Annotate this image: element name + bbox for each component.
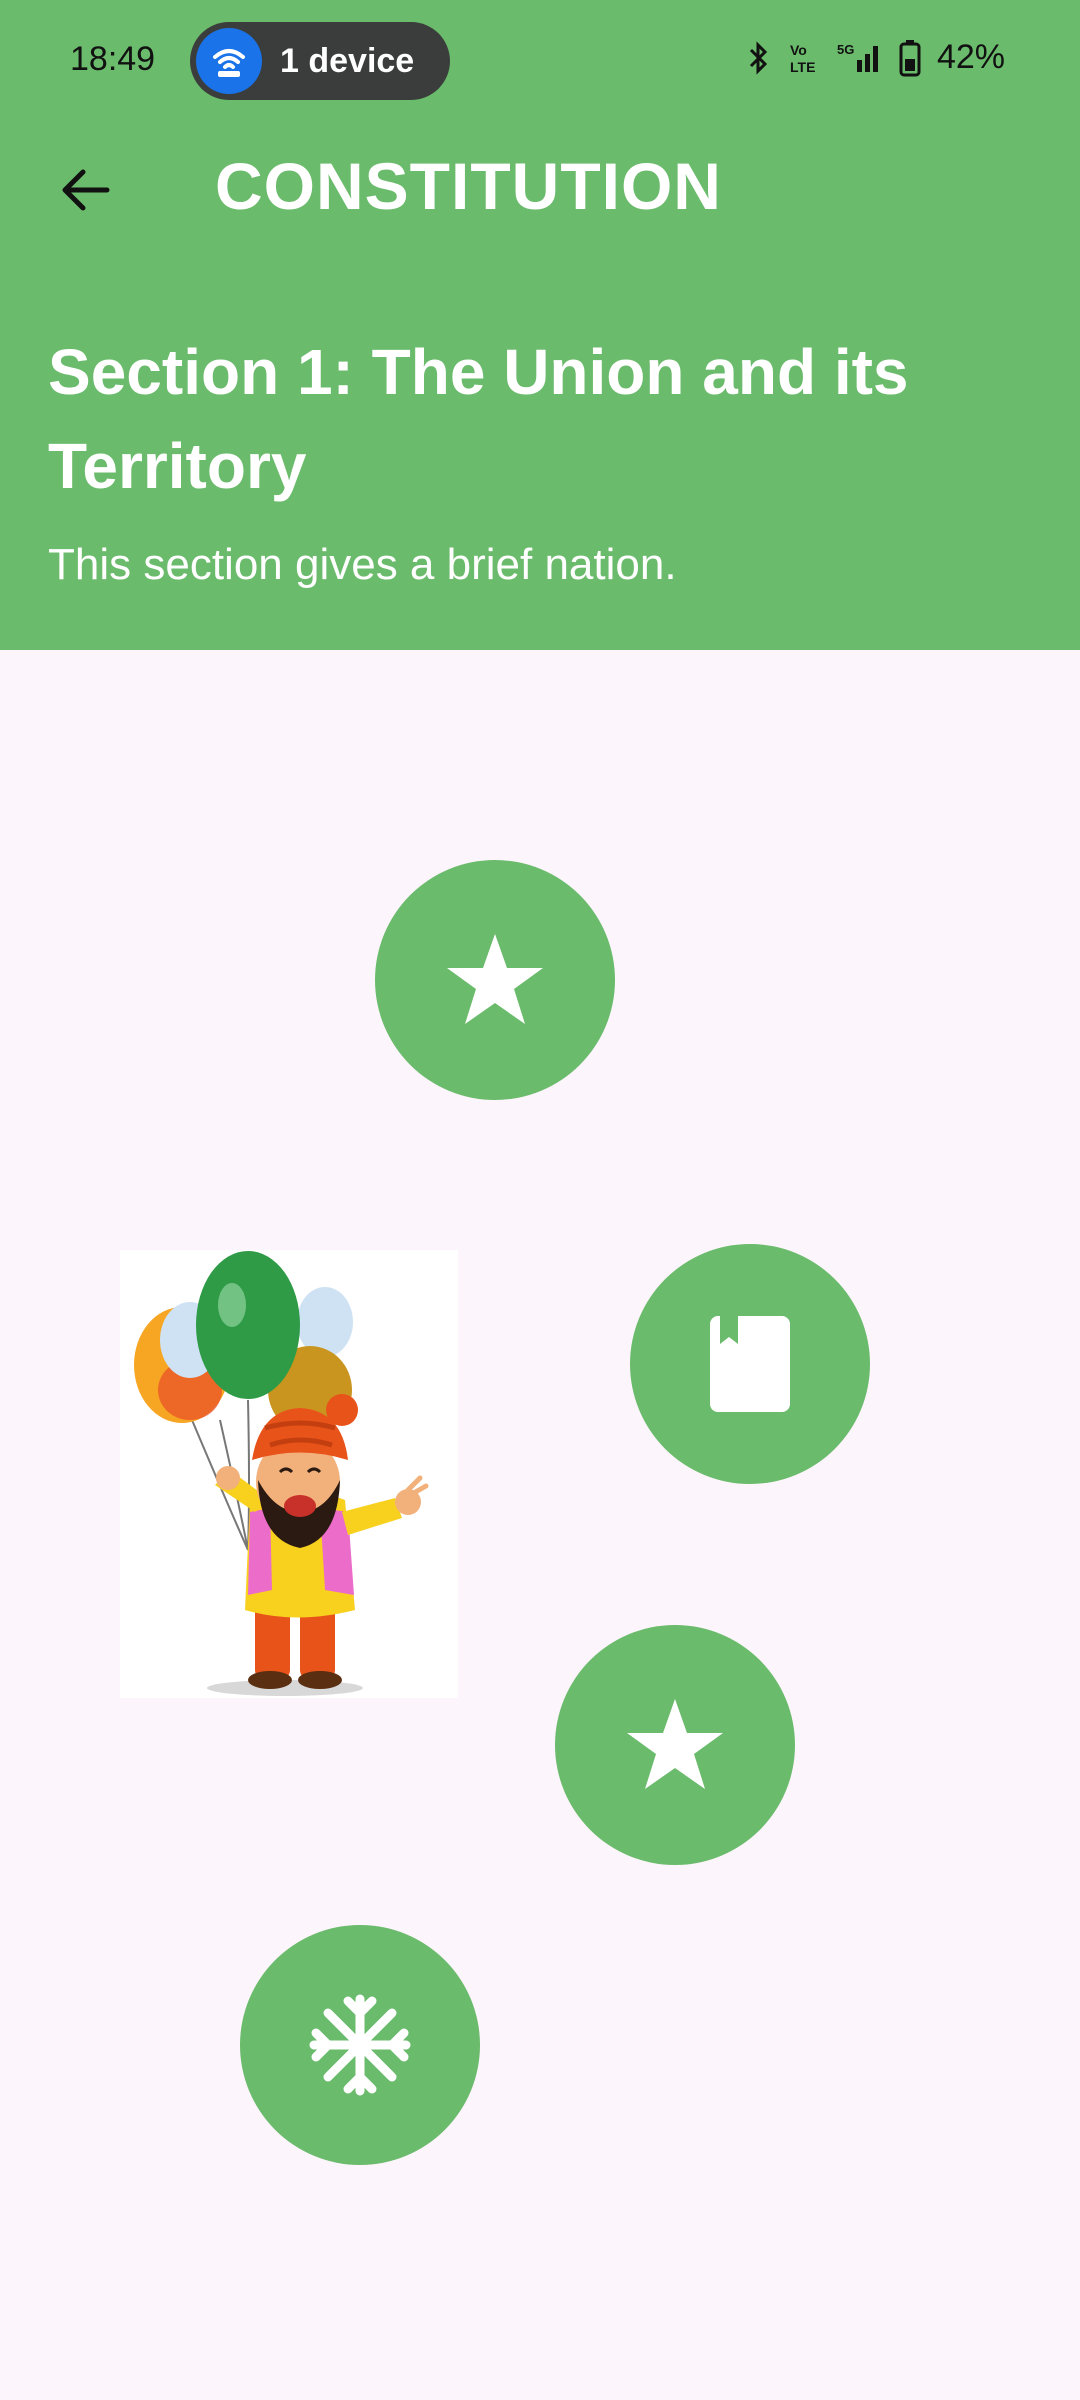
status-time: 18:49 xyxy=(70,40,156,78)
wifi-router-icon xyxy=(196,28,262,94)
section-title: Section 1: The Union and its Territory xyxy=(48,336,909,502)
header: 18:49 1 device Vo LTE 5G 42% CONSTITUTIO… xyxy=(0,0,1080,650)
star-icon xyxy=(627,1699,723,1789)
lesson-node-3[interactable] xyxy=(555,1625,795,1865)
lesson-node-4[interactable] xyxy=(240,1925,480,2165)
snowflake-icon xyxy=(309,1994,411,2096)
svg-text:Vo: Vo xyxy=(790,42,807,58)
book-icon xyxy=(710,1316,790,1412)
back-button[interactable] xyxy=(40,150,130,230)
battery-percentage: 42% xyxy=(936,38,1005,76)
lesson-node-1[interactable] xyxy=(375,860,615,1100)
signal-5g-icon: 5G xyxy=(837,42,878,72)
app-title: CONSTITUTION xyxy=(215,149,722,223)
svg-text:5G: 5G xyxy=(837,42,854,57)
section-subtitle: This section gives a brief nation. xyxy=(48,540,677,589)
svg-text:LTE: LTE xyxy=(790,59,815,75)
device-pill-label: 1 device xyxy=(280,42,415,80)
mascot-illustration xyxy=(120,1250,458,1698)
volte-icon: Vo LTE xyxy=(790,42,815,75)
status-bar: 18:49 1 device Vo LTE 5G 42% xyxy=(0,0,1080,125)
connected-device-pill[interactable]: 1 device xyxy=(190,22,450,100)
star-icon xyxy=(447,934,543,1024)
arrow-left-icon xyxy=(62,169,110,211)
battery-icon xyxy=(899,39,921,76)
status-icons: Vo LTE 5G 42% xyxy=(747,38,1005,77)
lesson-node-2[interactable] xyxy=(630,1244,870,1484)
bluetooth-icon xyxy=(749,40,768,75)
